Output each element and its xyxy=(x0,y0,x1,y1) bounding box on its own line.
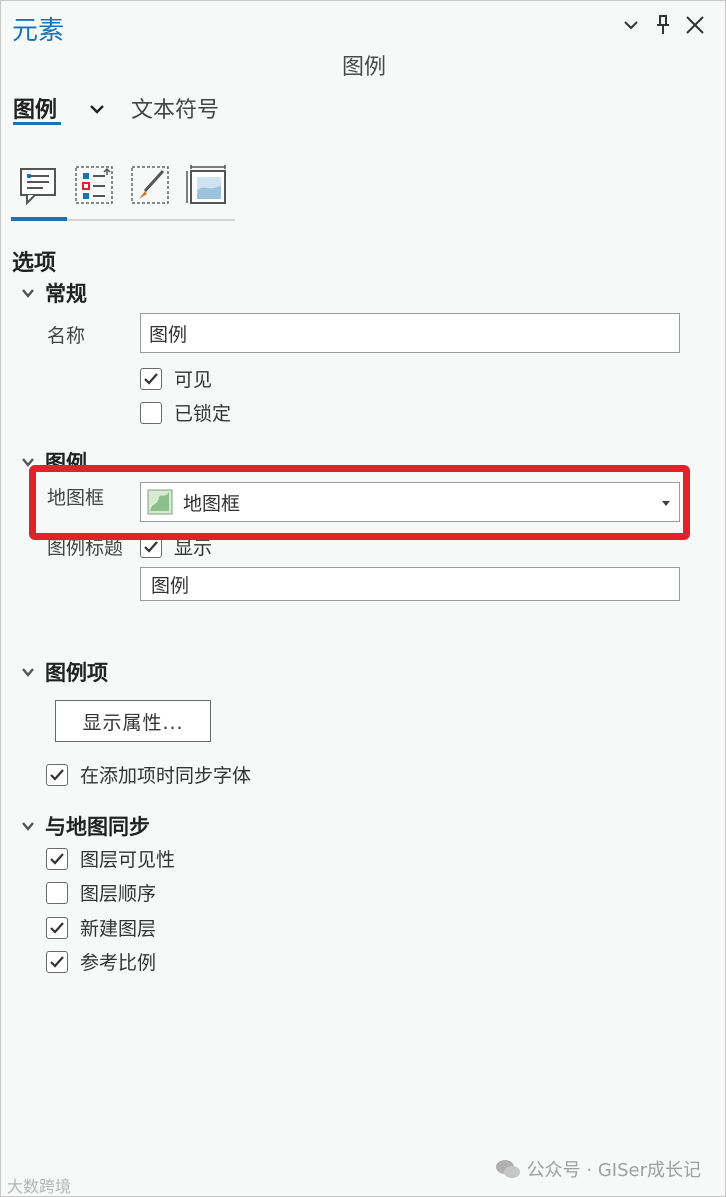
check-icon xyxy=(50,921,64,934)
sync-with-map-group-header[interactable]: 与地图同步 xyxy=(21,811,150,841)
watermark-right-text: 公众号 · GISer成长记 xyxy=(526,1160,701,1181)
reference-scale-checkbox[interactable] xyxy=(46,950,68,973)
legend-symbol-icon[interactable] xyxy=(129,163,173,207)
map-frame-label: 地图框 xyxy=(47,487,105,509)
caret-down-icon xyxy=(22,289,34,298)
display-properties-button[interactable]: 显示属性... xyxy=(55,700,211,742)
sync-item-layer-visibility[interactable]: 图层可见性 xyxy=(46,845,175,872)
visible-label: 可见 xyxy=(174,369,213,391)
legend-title-value: 图例 xyxy=(151,574,190,597)
locked-checkbox-row[interactable]: 已锁定 xyxy=(140,399,231,426)
tab-text-symbol[interactable]: 文本符号 xyxy=(131,92,219,124)
toolbar-selected-indicator xyxy=(11,217,67,221)
visible-checkbox[interactable] xyxy=(140,367,162,390)
legend-options-icon[interactable] xyxy=(17,163,61,207)
sync-item-label: 图层顺序 xyxy=(80,883,157,905)
tab-dropdown-chevron-icon[interactable] xyxy=(87,99,107,119)
layer-visibility-checkbox[interactable] xyxy=(46,847,68,870)
legend-display-icon[interactable] xyxy=(185,163,229,207)
check-icon xyxy=(50,768,64,781)
map-frame-icon xyxy=(147,489,173,515)
legend-items-group-header[interactable]: 图例项 xyxy=(21,657,108,687)
legend-title-input[interactable]: 图例 xyxy=(140,567,680,601)
check-icon xyxy=(144,540,158,553)
sync-item-label: 参考比例 xyxy=(80,952,157,974)
legend-items-group-title: 图例项 xyxy=(45,661,108,685)
caret-down-icon xyxy=(22,822,34,831)
sync-with-map-group-title: 与地图同步 xyxy=(45,815,150,839)
sync-item-label: 图层可见性 xyxy=(80,849,176,871)
new-layers-checkbox[interactable] xyxy=(46,916,68,939)
sync-font-checkbox[interactable] xyxy=(46,763,68,786)
locked-label: 已锁定 xyxy=(174,403,232,425)
check-icon xyxy=(144,372,158,385)
name-input[interactable]: 图例 xyxy=(140,313,680,353)
check-icon xyxy=(50,852,64,865)
check-icon xyxy=(50,955,64,968)
dropdown-arrow-icon xyxy=(662,501,670,506)
chevron-down-icon[interactable] xyxy=(617,11,645,39)
sync-font-checkbox-row[interactable]: 在添加项时同步字体 xyxy=(46,761,251,788)
pane-title: 元素 xyxy=(12,16,65,46)
name-label: 名称 xyxy=(47,325,86,347)
close-icon[interactable] xyxy=(681,11,709,39)
pane-subtitle: 图例 xyxy=(341,55,386,80)
sync-item-label: 新建图层 xyxy=(80,918,157,940)
sync-item-layer-order[interactable]: 图层顺序 xyxy=(46,879,156,906)
legend-arrange-icon[interactable] xyxy=(73,163,117,207)
watermark-wechat: 公众号 · GISer成长记 xyxy=(495,1156,701,1182)
sync-font-label: 在添加项时同步字体 xyxy=(80,765,252,787)
pin-icon[interactable] xyxy=(649,11,677,39)
layer-order-checkbox[interactable] xyxy=(46,881,68,904)
options-heading: 选项 xyxy=(12,251,57,276)
tab-active-indicator xyxy=(13,122,61,125)
name-input-value: 图例 xyxy=(149,323,188,346)
map-frame-value: 地图框 xyxy=(183,492,241,515)
watermark-left: 大数跨境 xyxy=(7,1173,71,1197)
sync-item-reference-scale[interactable]: 参考比例 xyxy=(46,948,156,975)
map-frame-select[interactable]: 地图框 xyxy=(140,482,680,522)
general-group-title: 常规 xyxy=(45,282,87,306)
tab-legend[interactable]: 图例 xyxy=(13,92,57,124)
general-group-header[interactable]: 常规 xyxy=(21,278,87,308)
caret-down-icon xyxy=(22,668,34,677)
elements-pane: 元素 图例 图例 文本符号 选项 常规 名称 图例 可见 已锁定 图例 图例标题… xyxy=(0,0,726,1197)
visible-checkbox-row[interactable]: 可见 xyxy=(140,365,212,392)
locked-checkbox[interactable] xyxy=(140,401,162,424)
sync-item-new-layers[interactable]: 新建图层 xyxy=(46,914,156,941)
watermark-left-text: 大数跨境 xyxy=(7,1177,72,1196)
wechat-icon xyxy=(495,1160,520,1178)
